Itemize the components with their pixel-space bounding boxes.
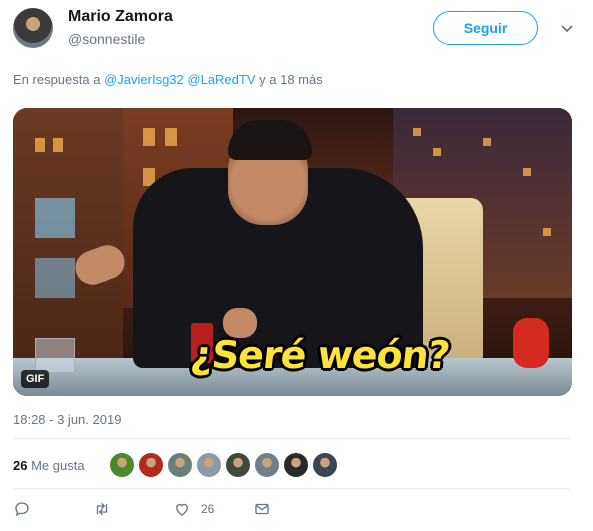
retweet-icon[interactable]: [93, 500, 111, 518]
liker-avatar[interactable]: [312, 452, 338, 478]
follow-button[interactable]: Seguir: [433, 11, 538, 45]
window-light: [53, 138, 63, 152]
liker-avatar[interactable]: [167, 452, 193, 478]
avatar[interactable]: [13, 8, 53, 48]
divider: [13, 488, 570, 489]
glass: [35, 338, 75, 373]
reply-context: En respuesta a @JavierIsg32 @LaRedTV y a…: [13, 72, 323, 87]
reply-icon[interactable]: [13, 500, 31, 518]
author-handle[interactable]: @sonnestile: [68, 31, 145, 47]
tweet-actions: 26: [13, 500, 313, 524]
likes-label: Me gusta: [31, 458, 85, 473]
liker-avatar[interactable]: [225, 452, 251, 478]
liker-avatar[interactable]: [138, 452, 164, 478]
heart-icon: [176, 503, 188, 516]
person-hair: [228, 120, 312, 160]
envelope-icon[interactable]: [253, 500, 271, 518]
window-light: [523, 168, 531, 176]
reply-prefix: En respuesta a: [13, 72, 101, 87]
tweet-timestamp[interactable]: 18:28 - 3 jun. 2019: [13, 412, 121, 427]
likes-summary[interactable]: 26 Me gusta: [13, 458, 85, 473]
chevron-down-icon[interactable]: [560, 22, 574, 36]
window-light: [165, 128, 177, 146]
window-light: [35, 258, 75, 298]
red-scooter-toy: [513, 318, 549, 368]
liker-avatar[interactable]: [109, 452, 135, 478]
reply-suffix: y a 18 más: [259, 72, 323, 87]
window-light: [143, 128, 155, 146]
window-light: [413, 128, 421, 136]
window-light: [543, 228, 551, 236]
like-button[interactable]: 26: [173, 500, 214, 518]
author-display-name[interactable]: Mario Zamora: [68, 8, 173, 26]
mention-link-1[interactable]: @JavierIsg32: [104, 72, 184, 87]
window-light: [483, 138, 491, 146]
likes-count: 26: [13, 458, 28, 473]
gif-caption: ¿Seré weón?: [188, 333, 452, 377]
window-light: [433, 148, 441, 156]
liker-avatar[interactable]: [254, 452, 280, 478]
liker-avatar[interactable]: [196, 452, 222, 478]
divider: [13, 438, 570, 439]
gif-badge: GIF: [21, 370, 50, 388]
mention-link-2[interactable]: @LaRedTV: [187, 72, 255, 87]
like-count: 26: [201, 502, 215, 516]
liker-avatars: [109, 452, 341, 478]
window-light: [35, 198, 75, 238]
gif-media[interactable]: ¿Seré weón? GIF: [13, 108, 572, 396]
liker-avatar[interactable]: [283, 452, 309, 478]
window-light: [35, 138, 45, 152]
